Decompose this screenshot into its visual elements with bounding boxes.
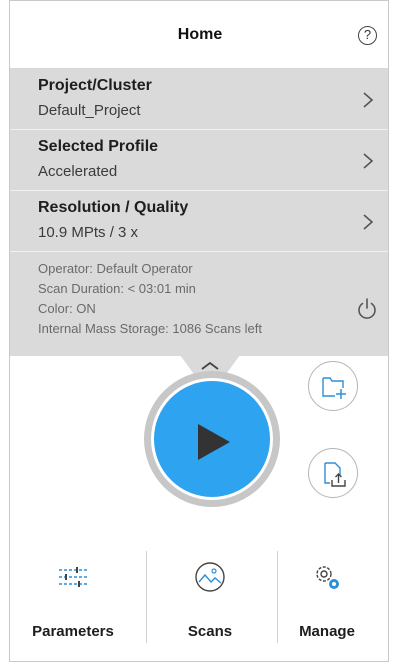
- sliders-icon: [59, 567, 87, 587]
- nav-scans-label: Scans: [187, 623, 233, 640]
- resolution-quality-label: Resolution / Quality: [38, 199, 189, 216]
- selected-profile-label: Selected Profile: [38, 138, 159, 155]
- scan-duration-text: Scan Duration: < 03:01 min: [38, 281, 196, 296]
- color-status-text: Color: ON: [38, 301, 96, 316]
- project-cluster-label: Project/Cluster: [38, 77, 152, 94]
- storage-text: Internal Mass Storage: 1086 Scans left: [38, 321, 263, 336]
- project-cluster-row[interactable]: Project/Cluster Default_Project: [10, 69, 388, 130]
- app-window: Home ? Project/Cluster Default_Project S…: [9, 0, 389, 662]
- help-icon[interactable]: ?: [358, 26, 377, 45]
- nav-manage-label: Manage: [299, 623, 355, 640]
- nav-parameters[interactable]: Parameters: [10, 551, 136, 661]
- chevron-right-icon: [363, 214, 374, 230]
- scan-info-block: Operator: Default Operator Scan Duration…: [10, 252, 388, 356]
- scan-settings-panel: Project/Cluster Default_Project Selected…: [10, 69, 388, 356]
- export-button[interactable]: [308, 448, 358, 498]
- new-folder-button[interactable]: [308, 361, 358, 411]
- chevron-right-icon: [363, 153, 374, 169]
- file-export-icon: [324, 462, 346, 487]
- resolution-quality-row[interactable]: Resolution / Quality 10.9 MPts / 3 x: [10, 191, 388, 252]
- gears-icon: [316, 566, 339, 589]
- power-icon[interactable]: [356, 297, 378, 321]
- nav-parameters-label: Parameters: [32, 623, 114, 640]
- nav-scans[interactable]: Scans: [147, 551, 273, 661]
- play-icon: [198, 424, 230, 460]
- project-cluster-value: Default_Project: [38, 102, 141, 119]
- nav-manage[interactable]: Manage: [264, 551, 388, 661]
- chevron-right-icon: [363, 92, 374, 108]
- header-bar: Home ?: [10, 1, 388, 69]
- bottom-navigation: Parameters Scans Manage: [10, 551, 388, 661]
- resolution-quality-value: 10.9 MPts / 3 x: [38, 224, 139, 241]
- page-title: Home: [177, 25, 223, 43]
- image-icon: [195, 562, 225, 592]
- operator-text: Operator: Default Operator: [38, 261, 193, 276]
- selected-profile-row[interactable]: Selected Profile Accelerated: [10, 130, 388, 191]
- folder-add-icon: [322, 377, 346, 399]
- selected-profile-value: Accelerated: [38, 163, 118, 180]
